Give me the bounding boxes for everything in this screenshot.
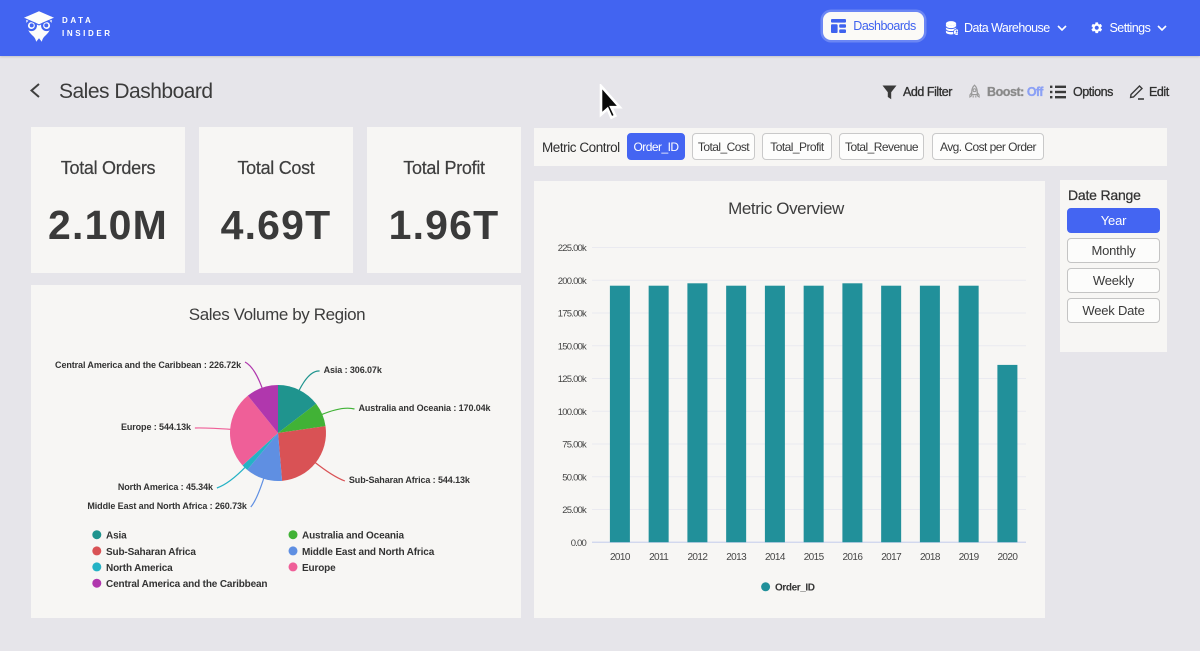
svg-text:Asia: Asia [106, 531, 127, 542]
svg-text:175.00k: 175.00k [558, 309, 587, 320]
svg-text:2014: 2014 [765, 552, 786, 563]
svg-text:Australia and Oceania : 170.04: Australia and Oceania : 170.04k [359, 403, 492, 413]
svg-text:Australia and Oceania: Australia and Oceania [302, 531, 404, 542]
svg-text:Sales Volume by Region: Sales Volume by Region [189, 305, 365, 324]
svg-text:Central America and the Caribb: Central America and the Caribbean [106, 579, 267, 590]
svg-text:2011: 2011 [649, 552, 669, 563]
svg-text:200.00k: 200.00k [558, 276, 587, 287]
svg-text:2018: 2018 [920, 552, 941, 563]
svg-text:2010: 2010 [610, 552, 631, 563]
svg-text:50.00k: 50.00k [562, 472, 587, 483]
svg-text:Middle East and North Africa: Middle East and North Africa [302, 547, 435, 558]
svg-text:Order_ID: Order_ID [775, 583, 815, 594]
svg-text:Middle East and North Africa :: Middle East and North Africa : 260.73k [87, 501, 248, 511]
svg-text:2020: 2020 [997, 552, 1018, 563]
svg-text:Central America and the Caribb: Central America and the Caribbean : 226.… [55, 360, 242, 370]
svg-text:Metric Overview: Metric Overview [728, 199, 845, 218]
svg-text:Europe : 544.13k: Europe : 544.13k [121, 422, 192, 432]
svg-text:25.00k: 25.00k [562, 505, 587, 516]
svg-text:Sub-Saharan Africa : 544.13k: Sub-Saharan Africa : 544.13k [349, 475, 471, 485]
svg-text:Europe: Europe [302, 563, 336, 574]
svg-text:2017: 2017 [881, 552, 902, 563]
svg-text:North America : 45.34k: North America : 45.34k [118, 482, 214, 492]
svg-text:2015: 2015 [804, 552, 825, 563]
svg-text:2016: 2016 [842, 552, 863, 563]
svg-text:2019: 2019 [959, 552, 980, 563]
svg-text:225.00k: 225.00k [558, 243, 587, 254]
svg-text:2013: 2013 [726, 552, 747, 563]
svg-text:125.00k: 125.00k [558, 374, 587, 385]
svg-text:150.00k: 150.00k [558, 341, 587, 352]
svg-text:2012: 2012 [687, 552, 708, 563]
svg-text:Asia : 306.07k: Asia : 306.07k [324, 365, 383, 375]
svg-text:0.00: 0.00 [571, 538, 587, 549]
svg-text:North America: North America [106, 563, 173, 574]
svg-text:Sub-Saharan Africa: Sub-Saharan Africa [106, 547, 196, 558]
svg-text:75.00k: 75.00k [562, 440, 587, 451]
svg-text:100.00k: 100.00k [558, 407, 587, 418]
